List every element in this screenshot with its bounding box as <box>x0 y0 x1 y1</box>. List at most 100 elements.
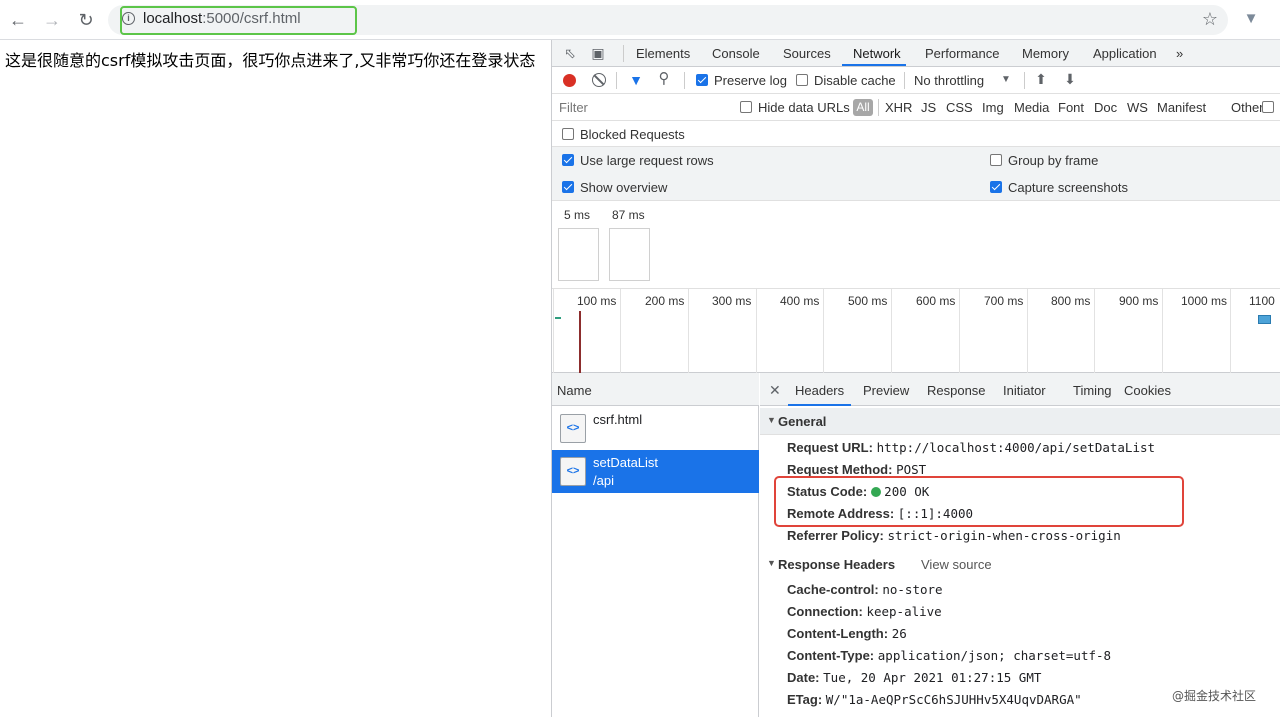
reload-icon[interactable]: ↻ <box>74 8 98 32</box>
device-toolbar-icon[interactable]: ▣ <box>590 45 606 61</box>
tick-label: 700 ms <box>984 294 1024 308</box>
active-tab-indicator <box>842 64 906 66</box>
request-list: Name <> csrf.html <> setDataList /api <box>552 373 759 717</box>
tick-label: 200 ms <box>645 294 685 308</box>
show-overview-label: Show overview <box>580 180 668 195</box>
import-har-icon[interactable]: ⬆ <box>1034 71 1048 87</box>
response-headers-section-header[interactable]: ▼ Response Headers View source <box>760 551 1280 578</box>
type-filter-other[interactable]: Other <box>1231 100 1264 115</box>
export-har-icon[interactable]: ⬇ <box>1063 71 1077 87</box>
gridline <box>823 289 824 373</box>
request-row-csrf-html[interactable]: <> csrf.html <box>552 407 759 450</box>
type-filter-manifest[interactable]: Manifest <box>1157 100 1206 115</box>
header-value: 26 <box>891 626 907 641</box>
record-icon[interactable] <box>563 74 576 87</box>
divider <box>904 72 905 89</box>
header-row-request-method: Request Method: POST <box>787 462 926 477</box>
screenshot-time: 5 ms <box>564 208 591 222</box>
type-filter-doc[interactable]: Doc <box>1094 100 1117 115</box>
filter-icon[interactable]: ▼ <box>628 72 644 88</box>
tab-console[interactable]: Console <box>712 46 760 61</box>
url-text[interactable]: localhost:5000/csrf.html <box>143 10 301 27</box>
view-source-link[interactable]: View source <box>921 557 992 572</box>
tab-application[interactable]: Application <box>1093 46 1157 61</box>
disable-cache-checkbox[interactable] <box>796 74 808 86</box>
timeline-bar-chip <box>1258 315 1271 324</box>
devtools-tabbar: ⬁ ▣ Elements Console Sources Network Per… <box>552 40 1280 67</box>
request-row-setdatalist[interactable]: <> setDataList /api <box>552 450 759 493</box>
header-value: keep-alive <box>866 604 942 619</box>
request-name: setDataList <box>593 455 659 470</box>
gridline <box>1230 289 1231 373</box>
type-filter-js[interactable]: JS <box>921 100 936 115</box>
close-icon[interactable]: ✕ <box>769 382 781 399</box>
type-filter-xhr[interactable]: XHR <box>885 100 912 115</box>
tick-label: 600 ms <box>916 294 956 308</box>
capture-screenshots-checkbox[interactable] <box>990 181 1002 193</box>
header-row-content-length: Content-Length: 26 <box>787 626 907 641</box>
show-overview-checkbox[interactable] <box>562 181 574 193</box>
bookmark-star-icon[interactable]: ☆ <box>1200 9 1220 29</box>
tab-headers[interactable]: Headers <box>795 383 844 398</box>
header-row-content-type: Content-Type: application/json; charset=… <box>787 648 1111 663</box>
tab-elements[interactable]: Elements <box>636 46 690 61</box>
filter-bar: Hide data URLs All XHR JS CSS Img Media … <box>552 94 1280 121</box>
general-section-header[interactable]: ▼ General <box>760 408 1280 435</box>
inspect-element-icon[interactable]: ⬁ <box>562 45 578 61</box>
large-rows-checkbox[interactable] <box>562 154 574 166</box>
large-rows-label: Use large request rows <box>580 153 714 168</box>
tab-memory[interactable]: Memory <box>1022 46 1069 61</box>
header-key: Request Method: <box>787 462 893 477</box>
tab-network[interactable]: Network <box>853 46 901 61</box>
tab-sources[interactable]: Sources <box>783 46 831 61</box>
gridline <box>1094 289 1095 373</box>
group-by-frame-checkbox[interactable] <box>990 154 1002 166</box>
header-row-connection: Connection: keep-alive <box>787 604 942 619</box>
type-filter-media[interactable]: Media <box>1014 100 1049 115</box>
type-filter-img[interactable]: Img <box>982 100 1004 115</box>
preserve-log-checkbox[interactable] <box>696 74 708 86</box>
header-key: ETag: <box>787 692 823 707</box>
network-overview-timeline[interactable]: 100 ms 200 ms 300 ms 400 ms 500 ms 600 m… <box>552 289 1280 373</box>
info-icon[interactable]: i <box>122 12 135 25</box>
more-tabs-button[interactable]: » <box>1176 46 1183 61</box>
request-path: /api <box>593 473 614 488</box>
type-filter-ws[interactable]: WS <box>1127 100 1148 115</box>
blocked-requests-checkbox[interactable] <box>562 128 574 140</box>
divider <box>1024 72 1025 89</box>
gridline <box>1162 289 1163 373</box>
request-list-header[interactable]: Name <box>552 373 759 406</box>
document-icon: <> <box>560 457 586 486</box>
tab-initiator[interactable]: Initiator <box>1003 383 1046 398</box>
tab-preview[interactable]: Preview <box>863 383 909 398</box>
hide-data-urls-label: Hide data URLs <box>758 100 850 115</box>
filter-input[interactable] <box>556 98 726 117</box>
type-filter-css[interactable]: CSS <box>946 100 973 115</box>
tab-performance[interactable]: Performance <box>925 46 999 61</box>
tick-label: 500 ms <box>848 294 888 308</box>
type-filter-all[interactable]: All <box>853 99 873 116</box>
back-arrow-icon[interactable]: ← <box>6 8 30 32</box>
section-title: Response Headers <box>778 557 896 572</box>
type-filter-font[interactable]: Font <box>1058 100 1084 115</box>
tab-timing[interactable]: Timing <box>1073 383 1112 398</box>
clear-icon[interactable] <box>592 73 606 87</box>
hide-data-urls-checkbox[interactable] <box>740 101 752 113</box>
preserve-log-label: Preserve log <box>714 73 787 88</box>
tick-label: 1000 ms <box>1181 294 1228 308</box>
forward-arrow-icon[interactable]: → <box>40 8 64 32</box>
search-icon[interactable]: ⚲ <box>656 71 672 87</box>
header-value: POST <box>896 462 927 477</box>
has-blocked-cookies-checkbox[interactable] <box>1262 101 1274 113</box>
header-row-request-url: Request URL: http://localhost:4000/api/s… <box>787 440 1155 455</box>
tab-response[interactable]: Response <box>927 383 986 398</box>
gridline <box>959 289 960 373</box>
screenshot-thumbnail[interactable] <box>609 228 650 281</box>
tab-cookies[interactable]: Cookies <box>1124 383 1171 398</box>
extension-icon[interactable]: ▼ <box>1242 10 1260 28</box>
header-row-referrer-policy: Referrer Policy: strict-origin-when-cros… <box>787 528 1121 543</box>
screenshot-thumbnail[interactable] <box>558 228 599 281</box>
throttling-select[interactable]: No throttling <box>914 73 984 88</box>
screenshot-time: 87 ms <box>612 208 645 222</box>
url-rest: :5000/csrf.html <box>202 10 301 27</box>
